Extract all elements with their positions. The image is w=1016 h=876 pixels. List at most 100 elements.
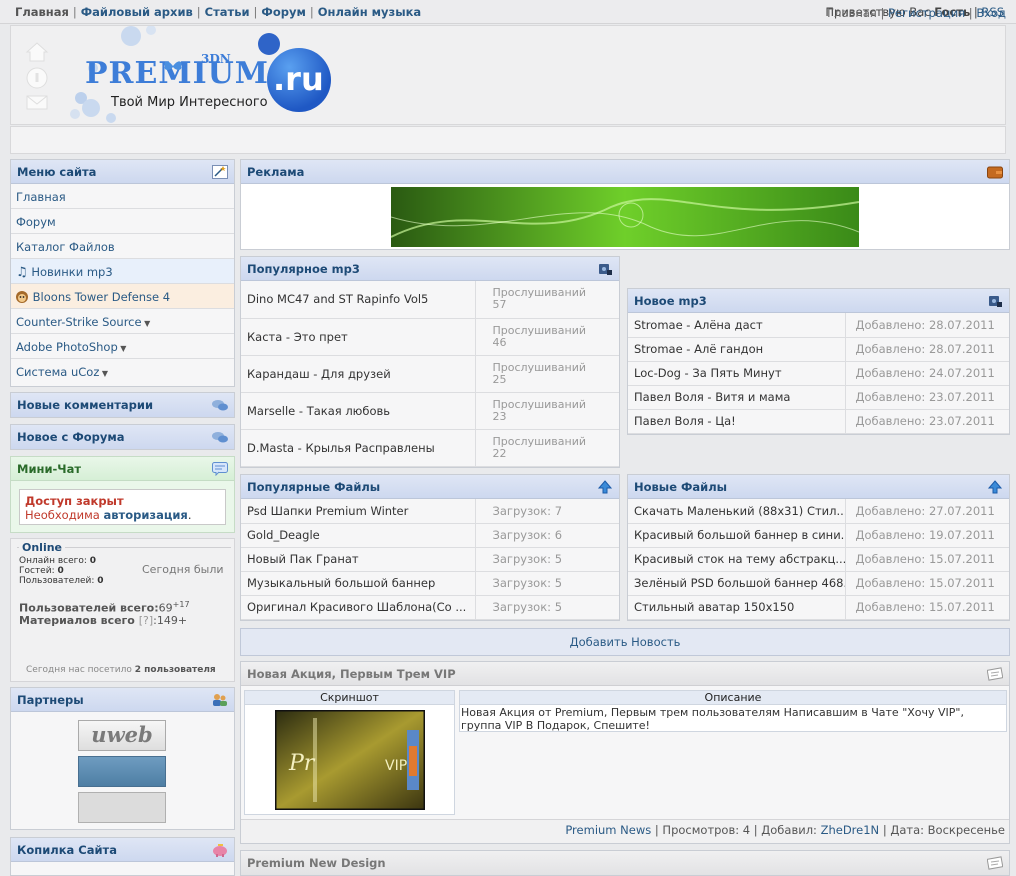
- chat-need: Необходима: [25, 508, 100, 522]
- site-header: PREMIUM 3DN .ru Твой Мир Интересного: [10, 25, 1006, 125]
- file-name[interactable]: Музыкальный большой баннер: [241, 571, 475, 596]
- play-count-label: Прослушиваний: [492, 434, 587, 448]
- menu-item-bloons[interactable]: Bloons Tower Defense 4: [11, 284, 234, 309]
- table-row[interactable]: Зелёный PSD большой баннер 468... Добавле…: [628, 571, 1009, 596]
- news-date: | Дата: Воскресенье: [882, 823, 1005, 837]
- table-row[interactable]: D.Masta - Крылья Расправлены Прослушивани…: [241, 429, 619, 467]
- kopilka-panel: Копилка Сайта: [10, 837, 235, 876]
- track-name[interactable]: Stromae - Алё гандон: [628, 337, 845, 362]
- track-name[interactable]: Dino MC47 and ST Rapinfo Vol5: [241, 281, 475, 319]
- file-name[interactable]: Красивый большой баннер в сини...: [628, 523, 845, 548]
- site-menu-panel: Меню сайта Главная Форум Каталог Файлов …: [10, 159, 235, 387]
- online-users-label: Пользователей:: [19, 576, 95, 586]
- track-name[interactable]: Каста - Это прет: [241, 318, 475, 356]
- table-row[interactable]: Оригинал Красивого Шаблона(Со ... Загрузо…: [241, 595, 619, 620]
- new-files-panel: Новые Файлы Скачать Маленький (88x31) Ст…: [627, 474, 1010, 621]
- menu-item-mp3[interactable]: ♫ Новинки mp3: [11, 259, 234, 284]
- materials-all: Материалов всего [?]:149+: [19, 614, 187, 627]
- menu-item-forum[interactable]: Форум: [11, 209, 234, 234]
- menu-item-ucoz[interactable]: Система uCoz ▼: [11, 359, 234, 384]
- add-news-button[interactable]: Добавить Новость: [240, 628, 1010, 656]
- file-name[interactable]: Оригинал Красивого Шаблона(Со ...: [241, 595, 475, 620]
- track-name[interactable]: Loc-Dog - За Пять Минут: [628, 361, 845, 386]
- sub-nav-login[interactable]: Вход: [976, 6, 1006, 20]
- table-row[interactable]: Loc-Dog - За Пять Минут Добавлено: 24.07.…: [628, 361, 1009, 386]
- table-row[interactable]: Stromae - Алёна даст Добавлено: 28.07.201…: [628, 313, 1009, 338]
- table-row[interactable]: Карандаш - Для друзей Прослушиваний 25: [241, 355, 619, 393]
- comments-title: Новые комментарии: [17, 398, 154, 412]
- sub-nav-register[interactable]: Регистрация: [888, 6, 965, 20]
- comments-panel[interactable]: Новые комментарии: [10, 392, 235, 418]
- track-name[interactable]: Marselle - Такая любовь: [241, 392, 475, 430]
- news-screenshot-image[interactable]: Pr VIP: [275, 710, 425, 810]
- screenshot-heading: Скриншот: [245, 691, 454, 705]
- file-name[interactable]: Новый Пак Гранат: [241, 547, 475, 572]
- play-count-label: Прослушиваний: [492, 323, 587, 337]
- table-row[interactable]: Каста - Это прет Прослушиваний 46: [241, 318, 619, 356]
- news-author-link[interactable]: ZheDre1N: [821, 823, 880, 837]
- news-entry-title[interactable]: Новая Акция, Первым Трем VIP: [247, 667, 456, 681]
- green-ad-banner[interactable]: [391, 187, 859, 247]
- track-name[interactable]: Карандаш - Для друзей: [241, 355, 475, 393]
- sub-nav-home[interactable]: Главная: [827, 6, 877, 20]
- table-row[interactable]: Красивый сток на тему абстракц... Добавле…: [628, 547, 1009, 572]
- file-name[interactable]: Стильный аватар 150x150: [628, 595, 845, 620]
- file-name[interactable]: Зелёный PSD большой баннер 468...: [628, 571, 845, 596]
- file-name[interactable]: Psd Шапки Premium Winter: [241, 499, 475, 524]
- partner-banner-3[interactable]: [78, 792, 166, 823]
- top-nav-articles[interactable]: Статьи: [205, 5, 250, 19]
- track-name[interactable]: Павел Воля - Витя и мама: [628, 385, 845, 410]
- track-name[interactable]: Павел Воля - Ца!: [628, 409, 845, 434]
- table-row[interactable]: Скачать Маленький (88x31) Стил... Добавле…: [628, 499, 1009, 524]
- menu-item-css[interactable]: Counter-Strike Source ▼: [11, 309, 234, 334]
- added-date: Добавлено: 23.07.2011: [844, 385, 1009, 410]
- menu-item-photoshop[interactable]: Adobe PhotoShop ▼: [11, 334, 234, 359]
- piggy-bank-icon: [213, 844, 227, 857]
- table-row[interactable]: Gold_Deagle Загрузок: 6: [241, 523, 619, 548]
- forum-new-title: Новое с Форума: [17, 430, 125, 444]
- file-name[interactable]: Скачать Маленький (88x31) Стил...: [628, 499, 845, 524]
- track-name[interactable]: Stromae - Алёна даст: [628, 313, 845, 338]
- forum-new-panel[interactable]: Новое с Форума: [10, 424, 235, 450]
- ads-title: Реклама: [247, 165, 305, 179]
- uweb-banner[interactable]: uweb: [78, 720, 166, 751]
- table-row[interactable]: Новый Пак Гранат Загрузок: 5: [241, 547, 619, 572]
- news-entry-2-title[interactable]: Premium New Design: [247, 856, 386, 870]
- table-row[interactable]: Музыкальный большой баннер Загрузок: 5: [241, 571, 619, 596]
- file-name[interactable]: Красивый сток на тему абстракц...: [628, 547, 845, 572]
- online-title: Online: [19, 541, 66, 554]
- table-row[interactable]: Павел Воля - Ца! Добавлено: 23.07.2011: [628, 409, 1009, 434]
- table-row[interactable]: Красивый большой баннер в сини... Добавле…: [628, 523, 1009, 548]
- file-name[interactable]: Gold_Deagle: [241, 523, 475, 548]
- table-row[interactable]: Psd Шапки Premium Winter Загрузок: 7: [241, 499, 619, 524]
- top-nav-music[interactable]: Онлайн музыка: [318, 5, 421, 19]
- mini-chat-header: Мини-Чат: [11, 457, 234, 481]
- partner-banner-2[interactable]: [78, 756, 166, 787]
- wallet-icon: [987, 166, 1003, 179]
- news-entry-2-header: Premium New Design: [241, 851, 1009, 875]
- top-nav-forum[interactable]: Форум: [261, 5, 305, 19]
- materials-help-link[interactable]: [?]: [139, 614, 153, 627]
- table-row[interactable]: Stromae - Алё гандон Добавлено: 28.07.201…: [628, 337, 1009, 362]
- top-nav-home[interactable]: Главная: [15, 5, 69, 19]
- partners-header: Партнеры: [11, 688, 234, 712]
- table-row[interactable]: Dino MC47 and ST Rapinfo Vol5 Прослушиван…: [241, 281, 619, 319]
- news-category-link[interactable]: Premium News: [565, 823, 651, 837]
- track-name[interactable]: D.Masta - Крылья Расправлены: [241, 429, 475, 467]
- chat-icon: [212, 462, 228, 476]
- table-row[interactable]: Marselle - Такая любовь Прослушиваний 23: [241, 392, 619, 430]
- popular-files-title: Популярные Файлы: [247, 480, 381, 494]
- download-count: Загрузок: 5: [474, 595, 619, 620]
- chat-auth-link[interactable]: авторизация: [104, 508, 188, 522]
- online-panel: Online Онлайн всего: 0 Гостей: 0 Пользов…: [10, 538, 235, 682]
- added-date: Добавлено: 27.07.2011: [844, 499, 1009, 524]
- popular-mp3-panel: Популярное mp3 Dino MC47 and ST Rapinfo …: [240, 256, 620, 468]
- menu-item-home[interactable]: Главная: [11, 184, 234, 209]
- table-row[interactable]: Стильный аватар 150x150 Добавлено: 15.07.…: [628, 595, 1009, 620]
- monkey-icon: [16, 291, 28, 303]
- added-date: Добавлено: 23.07.2011: [844, 409, 1009, 434]
- menu-item-catalog[interactable]: Каталог Файлов: [11, 234, 234, 259]
- visited-prefix: Сегодня нас посетило: [26, 665, 132, 675]
- table-row[interactable]: Павел Воля - Витя и мама Добавлено: 23.07…: [628, 385, 1009, 410]
- top-nav-files[interactable]: Файловый архив: [81, 5, 193, 19]
